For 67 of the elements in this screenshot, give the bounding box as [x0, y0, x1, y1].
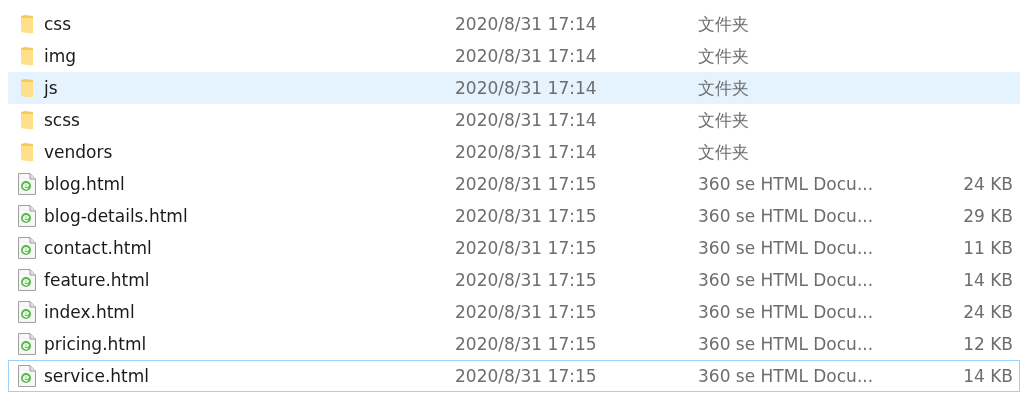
folder-icon	[20, 15, 33, 33]
modified-date: 2020/8/31 17:14	[455, 110, 598, 130]
file-name: vendors	[44, 142, 114, 162]
modified-date: 2020/8/31 17:15	[455, 174, 598, 194]
document-icon	[17, 365, 36, 387]
document-icon	[17, 301, 36, 323]
file-row[interactable]: scss 2020/8/31 17:14 文件夹	[8, 104, 1020, 136]
modified-date: 2020/8/31 17:15	[455, 206, 598, 226]
file-type: 360 se HTML Docu...	[698, 206, 875, 226]
file-row[interactable]: vendors 2020/8/31 17:14 文件夹	[8, 136, 1020, 168]
file-name: css	[44, 14, 73, 34]
modified-date: 2020/8/31 17:14	[455, 46, 598, 66]
file-name: scss	[44, 110, 81, 130]
folder-icon	[20, 47, 33, 65]
document-icon	[17, 205, 36, 227]
file-size: 12 KB	[963, 334, 1014, 354]
modified-date: 2020/8/31 17:14	[455, 142, 598, 162]
file-name: pricing.html	[44, 334, 148, 354]
modified-date: 2020/8/31 17:15	[455, 238, 598, 258]
file-type: 文件夹	[698, 108, 750, 132]
file-size: 24 KB	[963, 174, 1014, 194]
file-type: 文件夹	[698, 12, 750, 36]
file-name: js	[44, 78, 59, 98]
file-type: 文件夹	[698, 44, 750, 68]
document-icon	[17, 269, 36, 291]
folder-icon	[20, 143, 33, 161]
file-name: blog-details.html	[44, 206, 189, 226]
modified-date: 2020/8/31 17:15	[455, 302, 598, 322]
file-row[interactable]: css 2020/8/31 17:14 文件夹	[8, 8, 1020, 40]
file-name: blog.html	[44, 174, 126, 194]
folder-icon	[20, 79, 33, 97]
file-size: 14 KB	[963, 366, 1014, 386]
file-type: 360 se HTML Docu...	[698, 174, 875, 194]
file-type: 360 se HTML Docu...	[698, 270, 875, 290]
file-name: index.html	[44, 302, 136, 322]
modified-date: 2020/8/31 17:15	[455, 270, 598, 290]
modified-date: 2020/8/31 17:15	[455, 334, 598, 354]
file-type: 360 se HTML Docu...	[698, 334, 875, 354]
file-type: 文件夹	[698, 140, 750, 164]
file-size: 11 KB	[963, 238, 1014, 258]
file-row[interactable]: index.html 2020/8/31 17:15 360 se HTML Docu... 24 KB	[8, 296, 1020, 328]
document-icon	[17, 173, 36, 195]
file-row[interactable]: service.html 2020/8/31 17:15 360 se HTML Docu... 14 KB	[8, 360, 1020, 392]
document-icon	[17, 237, 36, 259]
file-row[interactable]: feature.html 2020/8/31 17:15 360 se HTML Docu... 14 KB	[8, 264, 1020, 296]
file-type: 360 se HTML Docu...	[698, 302, 875, 322]
modified-date: 2020/8/31 17:14	[455, 14, 598, 34]
file-row[interactable]: js 2020/8/31 17:14 文件夹	[8, 72, 1020, 104]
file-row[interactable]: img 2020/8/31 17:14 文件夹	[8, 40, 1020, 72]
file-name: img	[44, 46, 78, 66]
file-name: feature.html	[44, 270, 151, 290]
file-size: 14 KB	[963, 270, 1014, 290]
file-size: 24 KB	[963, 302, 1014, 322]
modified-date: 2020/8/31 17:15	[455, 366, 598, 386]
file-name: contact.html	[44, 238, 153, 258]
file-row[interactable]: blog-details.html 2020/8/31 17:15 360 se HTML Docu... 29 KB	[8, 200, 1020, 232]
folder-icon	[20, 111, 33, 129]
modified-date: 2020/8/31 17:14	[455, 78, 598, 98]
file-row[interactable]: blog.html 2020/8/31 17:15 360 se HTML Docu... 24 KB	[8, 168, 1020, 200]
file-row[interactable]: contact.html 2020/8/31 17:15 360 se HTML Docu... 11 KB	[8, 232, 1020, 264]
document-icon	[17, 333, 36, 355]
file-type: 文件夹	[698, 76, 750, 100]
file-size: 29 KB	[963, 206, 1014, 226]
file-row[interactable]: pricing.html 2020/8/31 17:15 360 se HTML Docu... 12 KB	[8, 328, 1020, 360]
file-type: 360 se HTML Docu...	[698, 238, 875, 258]
file-name: service.html	[44, 366, 151, 386]
file-type: 360 se HTML Docu...	[698, 366, 875, 386]
